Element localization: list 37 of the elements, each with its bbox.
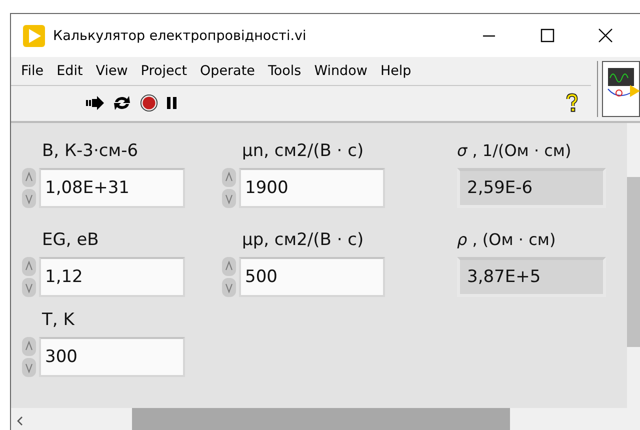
numeric-input[interactable]: 1,08E+31 (39, 168, 185, 208)
pause-icon[interactable] (166, 94, 178, 112)
menu-item[interactable]: File (21, 63, 44, 79)
control-label: EG, еВ (42, 230, 100, 252)
control-label: μn, см2/(В · с) (242, 141, 365, 163)
spinner-arrows[interactable] (222, 168, 236, 208)
play-icon (23, 24, 45, 46)
run-arrow-icon[interactable] (85, 94, 105, 112)
stop-icon[interactable] (139, 94, 159, 112)
control-label: T, K (42, 310, 76, 332)
control-label: ρ , (Ом · см) (457, 230, 557, 251)
scroll-left-icon[interactable] (17, 416, 23, 426)
numeric-input[interactable]: 1,12 (39, 257, 185, 297)
spinner-arrows[interactable] (22, 337, 36, 377)
window-title: Калькулятор електропровідності.vi (53, 28, 306, 44)
spinner-arrows[interactable] (22, 168, 36, 208)
run-continuously-icon[interactable] (112, 94, 132, 112)
numeric-indicator: 2,59E-6 (457, 168, 606, 208)
menu-item[interactable]: Window (314, 63, 368, 79)
menu-item[interactable]: Edit (56, 63, 83, 79)
help-icon[interactable] (565, 93, 579, 113)
numeric-input[interactable]: 300 (39, 337, 185, 377)
menu-item[interactable]: View (96, 63, 128, 79)
menu-item[interactable]: Project (140, 63, 187, 79)
vertical-scrollbar[interactable] (627, 123, 640, 408)
spinner-arrows[interactable] (222, 257, 236, 297)
menu-item[interactable]: Operate (200, 63, 255, 79)
menu-item[interactable]: Tools (268, 63, 302, 79)
vi-connector-icon (597, 61, 640, 117)
numeric-input[interactable]: 1900 (239, 168, 385, 208)
spinner-arrows[interactable] (22, 257, 36, 297)
control-label: σ , 1/(Ом · см) (457, 141, 572, 162)
control-label: μp, см2/(В · с) (242, 230, 365, 252)
control-label: B, К-3·см-6 (42, 141, 140, 163)
menu-item[interactable]: Help (380, 63, 412, 79)
numeric-indicator: 3,87E+5 (457, 257, 606, 297)
numeric-input[interactable]: 500 (239, 257, 385, 297)
